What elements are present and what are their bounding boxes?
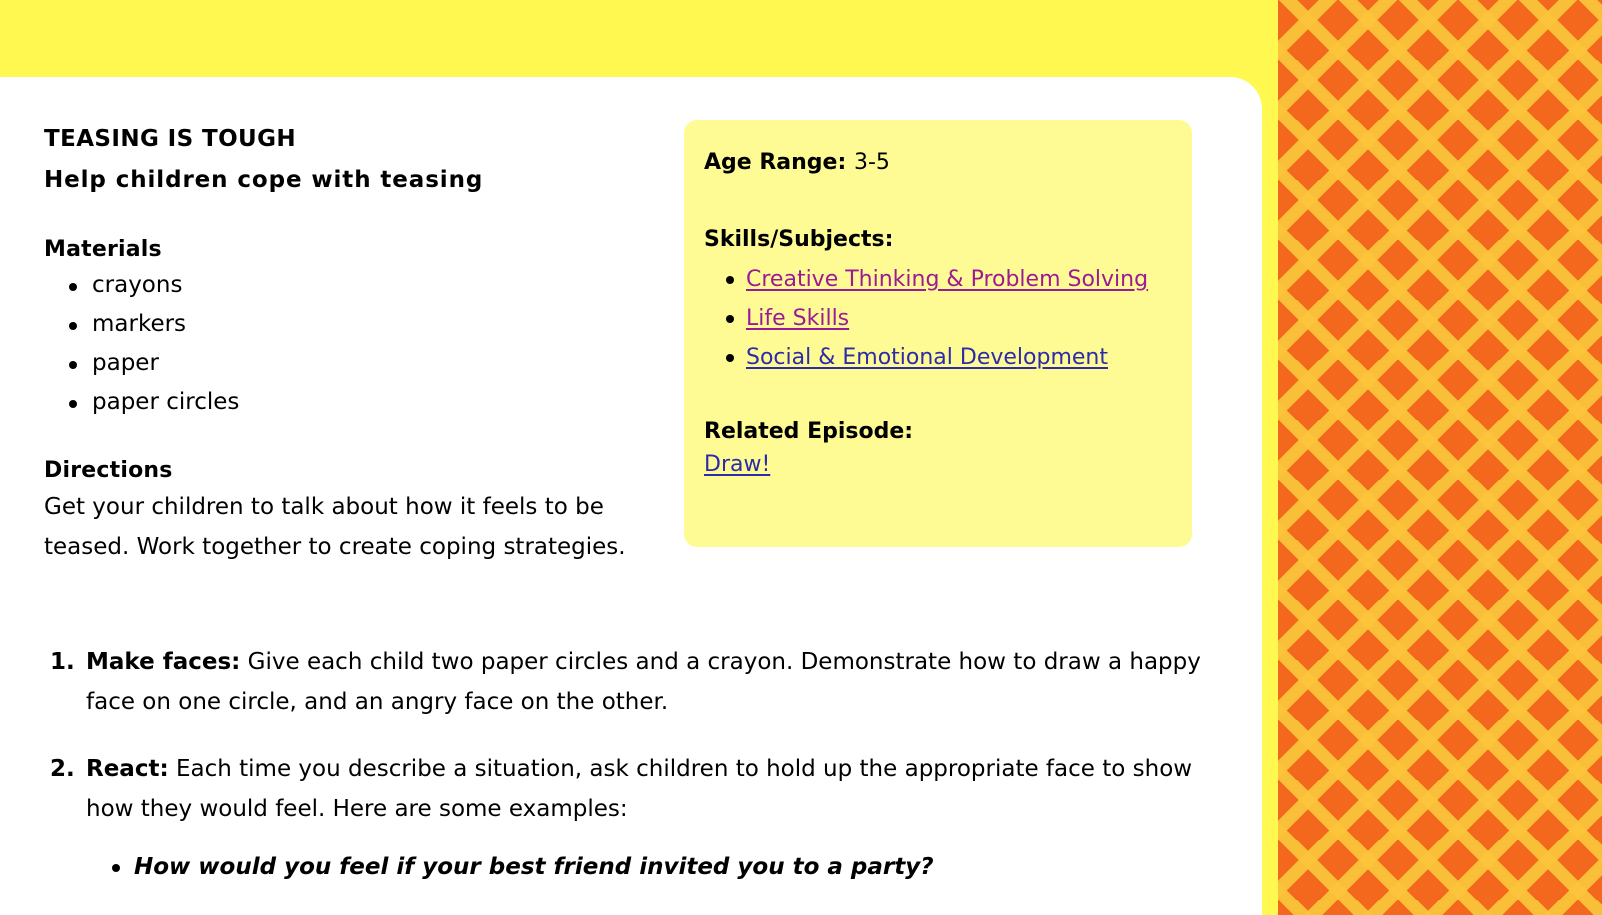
directions-heading: Directions: [44, 458, 173, 483]
step-body: Each time you describe a situation, ask …: [86, 756, 1193, 822]
list-item: crayons: [62, 266, 654, 305]
material-label: markers: [92, 311, 187, 337]
material-label: paper: [92, 350, 159, 376]
age-range-value: 3-5: [853, 150, 890, 175]
steps-list: Make faces: Give each child two paper ci…: [44, 642, 1214, 887]
list-item: Life Skills: [722, 299, 1170, 338]
age-range-label: Age Range:: [704, 150, 847, 175]
example-text: How would you feel if your best friend i…: [134, 854, 934, 880]
skills-list: Creative Thinking & Problem Solving Life…: [704, 260, 1170, 377]
materials-list: crayons markers paper paper circles: [44, 266, 654, 422]
page-title: TEASING IS TOUGH: [44, 126, 297, 152]
list-item: Social & Emotional Development: [722, 338, 1170, 377]
list-item: paper circles: [62, 383, 654, 422]
list-item: Creative Thinking & Problem Solving: [722, 260, 1170, 299]
skill-link-life-skills[interactable]: Life Skills: [746, 306, 849, 331]
step-item-1: Make faces: Give each child two paper ci…: [44, 642, 1214, 722]
material-label: crayons: [92, 272, 183, 298]
materials-heading: Materials: [44, 237, 162, 262]
material-label: paper circles: [92, 389, 240, 415]
related-episode-label: Related Episode:: [704, 419, 914, 444]
related-episode-row: Draw!: [704, 448, 1170, 481]
left-column: TEASING IS TOUGH Help children cope with…: [44, 119, 654, 567]
examples-list: How would you feel if your best friend i…: [86, 847, 1214, 887]
step-lead: React:: [86, 756, 169, 782]
page-root: TEASING IS TOUGH Help children cope with…: [0, 0, 1602, 915]
step-lead: Make faces:: [86, 649, 241, 675]
activity-content: TEASING IS TOUGH Help children cope with…: [0, 77, 1262, 915]
white-content-sheet: TEASING IS TOUGH Help children cope with…: [0, 77, 1262, 915]
info-card: Age Range: 3-5 Skills/Subjects: Creative…: [684, 120, 1192, 547]
skills-label: Skills/Subjects:: [704, 227, 894, 252]
skill-link-social-emotional-development[interactable]: Social & Emotional Development: [746, 345, 1108, 370]
list-item: paper: [62, 344, 654, 383]
top-yellow-band: [0, 0, 1278, 78]
related-episode-link-draw[interactable]: Draw!: [704, 452, 770, 477]
skill-link-creative-thinking[interactable]: Creative Thinking & Problem Solving: [746, 267, 1148, 292]
step-body: Give each child two paper circles and a …: [86, 649, 1201, 715]
steps-section: Make faces: Give each child two paper ci…: [44, 642, 1214, 914]
list-item: markers: [62, 305, 654, 344]
directions-text: Get your children to talk about how it f…: [44, 494, 626, 560]
orange-lattice-pattern-decoration: [1278, 0, 1602, 915]
list-item: How would you feel if your best friend i…: [106, 847, 1214, 887]
step-item-2: React: Each time you describe a situatio…: [44, 749, 1214, 887]
age-range-row: Age Range: 3-5: [704, 146, 1170, 179]
page-subtitle: Help children cope with teasing: [44, 167, 484, 193]
